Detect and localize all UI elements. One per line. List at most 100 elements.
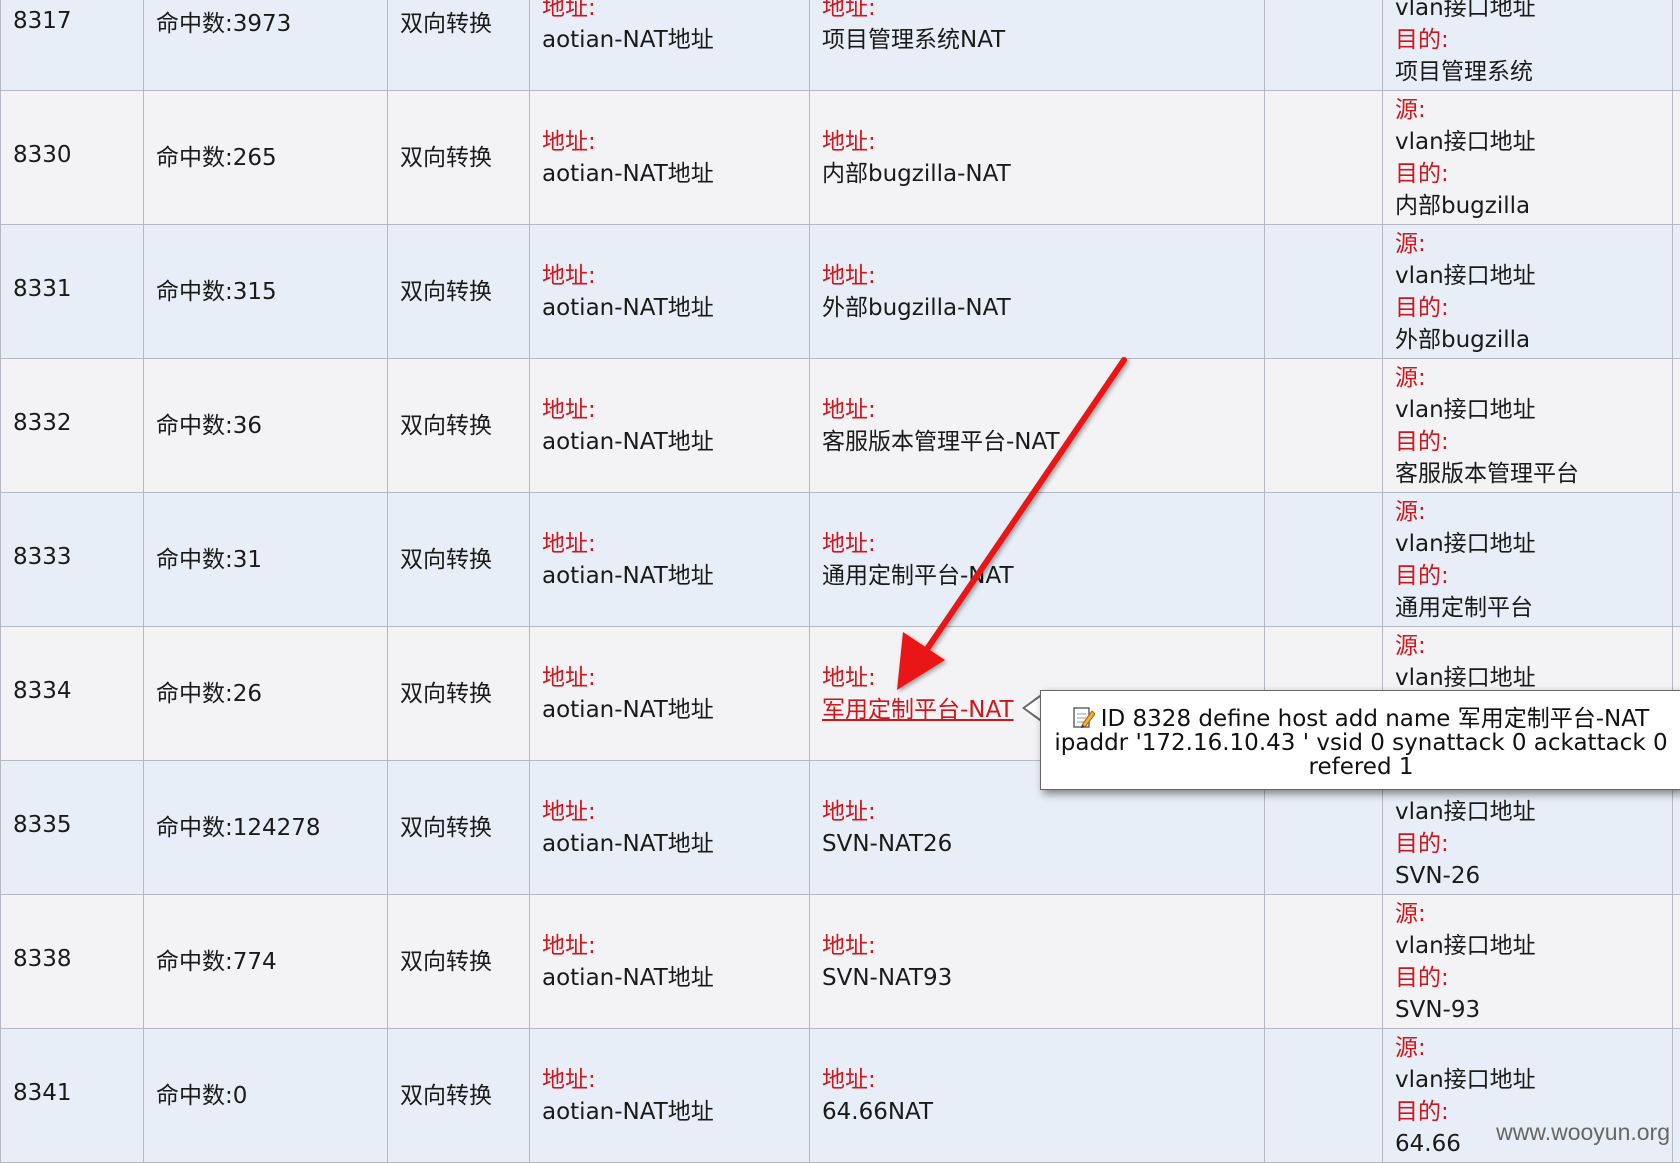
dest-address-value[interactable]: 内部bugzilla-NAT — [822, 158, 1264, 190]
source-address-cell: 地址: aotian-NAT地址 — [530, 493, 810, 627]
source-address-cell: 地址: aotian-NAT地址 — [530, 225, 810, 359]
pair-dest-value[interactable]: 外部bugzilla — [1395, 324, 1672, 356]
dest-address-label: 地址: — [822, 0, 1264, 24]
source-address-label: 地址: — [542, 930, 809, 962]
mode-cell: 双向转换 — [388, 1029, 530, 1163]
mode-cell: 双向转换 — [388, 225, 530, 359]
pair-dest-label: 目的: — [1395, 560, 1672, 592]
source-address-value[interactable]: aotian-NAT地址 — [542, 560, 809, 592]
pair-dest-value[interactable]: 通用定制平台 — [1395, 592, 1672, 624]
pair-source-label: 源: — [1395, 228, 1672, 260]
dest-address-value[interactable]: 64.66NAT — [822, 1096, 1264, 1128]
mode-cell: 双向转换 — [388, 761, 530, 895]
nat-mode: 双向转换 — [400, 949, 492, 975]
source-address-label: 地址: — [542, 1064, 809, 1096]
source-address-value[interactable]: aotian-NAT地址 — [542, 24, 809, 56]
table-row[interactable]: 8338 命中数:774 双向转换 地址: aotian-NAT地址 地址: S… — [1, 895, 1680, 1029]
pair-source-label: 源: — [1395, 94, 1672, 126]
source-address-cell: 地址: aotian-NAT地址 — [530, 895, 810, 1029]
table-row[interactable]: 8330 命中数:265 双向转换 地址: aotian-NAT地址 地址: 内… — [1, 91, 1680, 225]
scroll-edge-cell — [1673, 225, 1680, 359]
pair-dest-value[interactable]: 项目管理系统 — [1395, 56, 1672, 88]
source-address-cell: 地址: aotian-NAT地址 — [530, 0, 810, 91]
pair-dest-value[interactable]: SVN-93 — [1395, 994, 1672, 1026]
nat-mode: 双向转换 — [400, 279, 492, 305]
source-address-label: 地址: — [542, 796, 809, 828]
scroll-edge-cell — [1673, 1029, 1680, 1163]
nat-mode: 双向转换 — [400, 681, 492, 707]
nat-mode: 双向转换 — [400, 11, 492, 37]
scroll-edge-cell — [1673, 0, 1680, 91]
rule-id: 8333 — [13, 544, 72, 570]
source-address-value[interactable]: aotian-NAT地址 — [542, 1096, 809, 1128]
dest-address-value[interactable]: 客服版本管理平台-NAT — [822, 426, 1264, 458]
scroll-edge-cell — [1673, 359, 1680, 493]
source-address-value[interactable]: aotian-NAT地址 — [542, 962, 809, 994]
hit-count: 命中数:31 — [156, 547, 262, 573]
pair-dest-value[interactable]: 客服版本管理平台 — [1395, 458, 1672, 490]
pair-dest-value[interactable]: SVN-26 — [1395, 860, 1672, 892]
dest-address-cell: 地址: 客服版本管理平台-NAT — [810, 359, 1265, 493]
table-row[interactable]: 8333 命中数:31 双向转换 地址: aotian-NAT地址 地址: 通用… — [1, 493, 1680, 627]
address-tooltip: ID 8328 define host add name 军用定制平台-NAT … — [1040, 690, 1680, 790]
dest-address-cell: 地址: 项目管理系统NAT — [810, 0, 1265, 91]
rule-id-cell: 8317 — [1, 0, 144, 91]
empty-cell — [1265, 895, 1383, 1029]
pair-source-value[interactable]: vlan接口地址 — [1395, 796, 1672, 828]
table-row[interactable]: 8332 命中数:36 双向转换 地址: aotian-NAT地址 地址: 客服… — [1, 359, 1680, 493]
pair-dest-label: 目的: — [1395, 426, 1672, 458]
hit-count-cell: 命中数:26 — [144, 627, 388, 761]
hit-count-cell: 命中数:124278 — [144, 761, 388, 895]
hit-count-cell: 命中数:31 — [144, 493, 388, 627]
table-row[interactable]: 8317 命中数:3973 双向转换 地址: aotian-NAT地址 地址: … — [1, 0, 1680, 91]
nat-rules-table: 8317 命中数:3973 双向转换 地址: aotian-NAT地址 地址: … — [0, 0, 1680, 1163]
dest-address-value[interactable]: 外部bugzilla-NAT — [822, 292, 1264, 324]
hit-count-cell: 命中数:3973 — [144, 0, 388, 91]
pair-source-value[interactable]: vlan接口地址 — [1395, 126, 1672, 158]
pair-source-value[interactable]: vlan接口地址 — [1395, 0, 1672, 24]
pair-source-value[interactable]: vlan接口地址 — [1395, 394, 1672, 426]
rule-id: 8332 — [13, 410, 72, 436]
table-row[interactable]: 8331 命中数:315 双向转换 地址: aotian-NAT地址 地址: 外… — [1, 225, 1680, 359]
rule-id-cell: 8332 — [1, 359, 144, 493]
source-address-value[interactable]: aotian-NAT地址 — [542, 292, 809, 324]
pair-dest-label: 目的: — [1395, 292, 1672, 324]
pair-dest-label: 目的: — [1395, 158, 1672, 190]
rule-id: 8330 — [13, 142, 72, 168]
pair-source-value[interactable]: vlan接口地址 — [1395, 528, 1672, 560]
dest-address-value[interactable]: SVN-NAT93 — [822, 962, 1264, 994]
pair-source-value[interactable]: vlan接口地址 — [1395, 930, 1672, 962]
dest-address-value[interactable]: 项目管理系统NAT — [822, 24, 1264, 56]
pair-dest-value[interactable]: 内部bugzilla — [1395, 190, 1672, 222]
tooltip-line-3: refered 1 — [1041, 755, 1680, 779]
empty-cell — [1265, 91, 1383, 225]
pair-source-value[interactable]: vlan接口地址 — [1395, 260, 1672, 292]
empty-cell — [1265, 493, 1383, 627]
pair-source-value[interactable]: vlan接口地址 — [1395, 1064, 1672, 1096]
source-address-value[interactable]: aotian-NAT地址 — [542, 426, 809, 458]
hit-count: 命中数:774 — [156, 949, 277, 975]
pair-source-value[interactable]: vlan接口地址 — [1395, 662, 1672, 694]
source-address-value[interactable]: aotian-NAT地址 — [542, 694, 809, 726]
nat-mode: 双向转换 — [400, 815, 492, 841]
dest-address-label: 地址: — [822, 662, 1264, 694]
mode-cell: 双向转换 — [388, 0, 530, 91]
empty-cell — [1265, 0, 1383, 91]
source-address-label: 地址: — [542, 126, 809, 158]
scroll-edge-cell — [1673, 895, 1680, 1029]
dest-address-label: 地址: — [822, 1064, 1264, 1096]
rule-id-cell: 8330 — [1, 91, 144, 225]
source-address-value[interactable]: aotian-NAT地址 — [542, 158, 809, 190]
tooltip-line-1: ID 8328 define host add name 军用定制平台-NAT — [1101, 706, 1650, 732]
dest-address-value[interactable]: 通用定制平台-NAT — [822, 560, 1264, 592]
table-row[interactable]: 8341 命中数:0 双向转换 地址: aotian-NAT地址 地址: 64.… — [1, 1029, 1680, 1163]
dest-address-value[interactable]: SVN-NAT26 — [822, 828, 1264, 860]
source-address-value[interactable]: aotian-NAT地址 — [542, 828, 809, 860]
translation-pair-cell: 源: vlan接口地址 目的: 内部bugzilla — [1383, 91, 1673, 225]
hit-count-cell: 命中数:265 — [144, 91, 388, 225]
hit-count: 命中数:36 — [156, 413, 262, 439]
dest-address-label: 地址: — [822, 930, 1264, 962]
dest-address-cell: 地址: 通用定制平台-NAT — [810, 493, 1265, 627]
empty-cell — [1265, 225, 1383, 359]
rule-id: 8334 — [13, 678, 72, 704]
